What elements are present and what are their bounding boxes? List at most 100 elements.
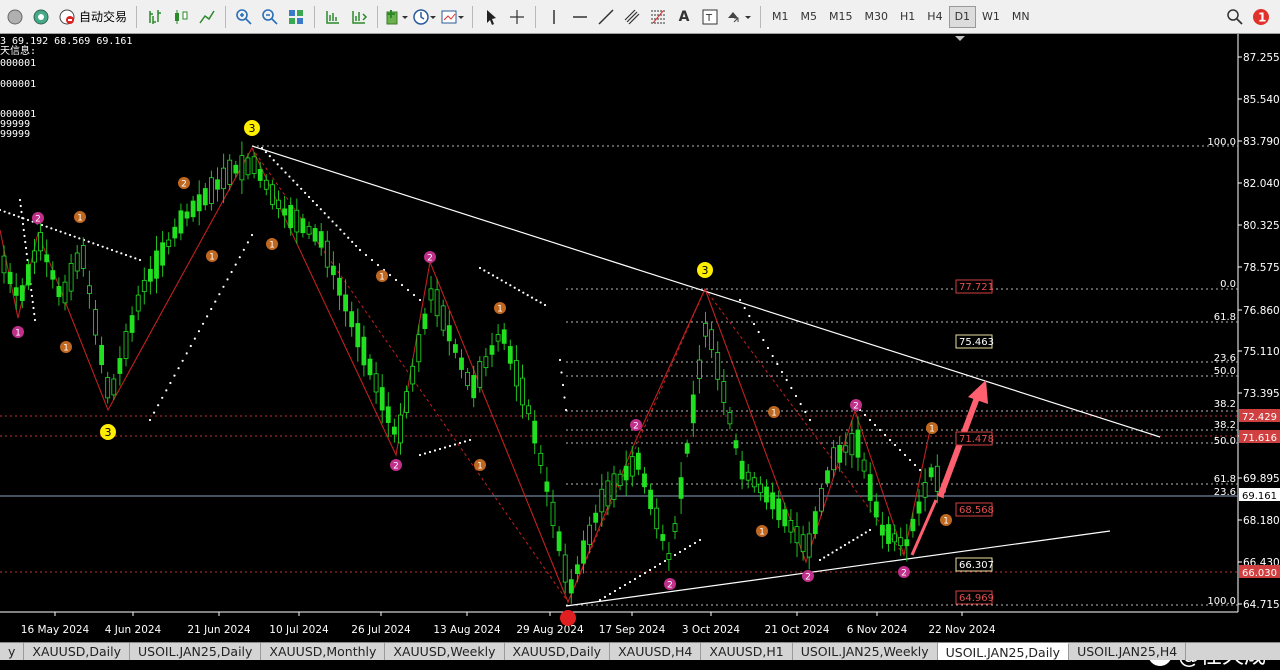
- sar-dot: [319, 208, 322, 211]
- price-marker-label: 66.030: [1242, 568, 1277, 579]
- zoom-in-icon[interactable]: [233, 4, 255, 30]
- timeframe-h4[interactable]: H4: [921, 6, 948, 28]
- text-icon[interactable]: A: [673, 4, 695, 30]
- wave-label: 1: [477, 462, 483, 472]
- wave-label: 2: [35, 215, 41, 225]
- candle-body: [428, 288, 434, 301]
- info-line: 000001: [0, 79, 37, 90]
- sar-dot: [539, 301, 542, 304]
- arrows-icon[interactable]: [725, 4, 753, 30]
- autoscroll-icon[interactable]: [348, 4, 370, 30]
- zoom-out-icon[interactable]: [259, 4, 281, 30]
- sar-dot: [59, 230, 62, 233]
- sar-dot: [206, 315, 209, 318]
- bar-chart-icon[interactable]: [144, 4, 166, 30]
- vertical-line-icon[interactable]: [543, 4, 565, 30]
- candle-body: [269, 184, 275, 205]
- chart-tab[interactable]: XAUUSD,H4: [610, 643, 702, 660]
- timeframe-m15[interactable]: M15: [823, 6, 859, 28]
- price-chart[interactable]: 87.255 85.540 83.790 82.040 80.325 78.575 76.8…: [0, 34, 1280, 642]
- chart-window[interactable]: 87.255 85.540 83.790 82.040 80.325 78.575 76.8…: [0, 34, 1280, 669]
- chart-tab[interactable]: USOIL.JAN25,Daily: [129, 643, 262, 660]
- separator: [225, 5, 227, 28]
- timeframe-mn[interactable]: MN: [1006, 6, 1036, 28]
- fib-label: 61.8: [1214, 312, 1236, 323]
- chart-tab[interactable]: XAUUSD,Weekly: [385, 643, 505, 660]
- channel-icon[interactable]: [621, 4, 643, 30]
- wave-label: 1: [771, 409, 777, 419]
- projection-arrow-shaft: [937, 393, 981, 499]
- candlestick-icon[interactable]: [170, 4, 192, 30]
- chart-tab[interactable]: USOIL.JAN25,H4: [1069, 643, 1187, 660]
- navigator-icon[interactable]: [30, 4, 52, 30]
- search-icon[interactable]: [1224, 4, 1246, 30]
- chart-tab[interactable]: y: [0, 643, 25, 660]
- cursor-icon[interactable]: [480, 4, 502, 30]
- candle-body: [636, 452, 641, 470]
- fib-label: 100.0: [1207, 137, 1236, 148]
- candle-body: [288, 204, 294, 229]
- candle-body: [544, 481, 550, 492]
- wave-label: 2: [427, 254, 433, 264]
- fibonacci-icon[interactable]: [647, 4, 669, 30]
- fib-label: 23.6: [1214, 487, 1236, 498]
- indicators-icon[interactable]: [385, 4, 409, 30]
- trendline-icon[interactable]: [595, 4, 617, 30]
- chart-tab-active[interactable]: USOIL.JAN25,Daily: [937, 643, 1070, 660]
- sar-dot: [292, 179, 295, 182]
- sar-dot: [30, 288, 33, 292]
- autotrade-button[interactable]: 自动交易: [54, 8, 131, 26]
- candle-body: [751, 477, 757, 488]
- candle-body: [318, 231, 324, 248]
- sar-dot: [110, 248, 114, 252]
- price-box-label: 66.307: [959, 560, 994, 571]
- periods-icon[interactable]: [413, 4, 437, 30]
- sar-dot: [92, 242, 95, 245]
- sar-dot: [234, 263, 237, 266]
- tile-windows-icon[interactable]: [285, 4, 307, 30]
- timeframe-m5[interactable]: M5: [795, 6, 824, 28]
- separator: [377, 5, 379, 28]
- wave-label: 2: [667, 581, 673, 591]
- price-tick-label: 83.790: [1243, 136, 1280, 148]
- line-chart-icon[interactable]: [196, 4, 218, 30]
- candle-body: [373, 373, 379, 393]
- sar-dot: [823, 556, 826, 559]
- sar-dot: [335, 224, 338, 227]
- sar-dot: [161, 396, 164, 399]
- current-price-label: 69.161: [1242, 491, 1277, 502]
- sar-dot: [33, 312, 36, 316]
- sar-dot: [463, 440, 467, 443]
- sar-dot: [134, 257, 137, 260]
- sar-dot: [24, 240, 27, 244]
- chart-tab[interactable]: XAUUSD,H1: [701, 643, 793, 660]
- chart-tab[interactable]: XAUUSD,Daily: [504, 643, 611, 660]
- candle-body: [312, 228, 318, 242]
- chart-shift-icon[interactable]: [322, 4, 344, 30]
- candle-body: [800, 534, 806, 553]
- candle-body: [556, 531, 562, 552]
- timeframe-m1[interactable]: M1: [766, 6, 795, 28]
- chart-tab[interactable]: XAUUSD,Monthly: [261, 643, 386, 660]
- wave-label: 2: [393, 462, 399, 472]
- sar-dot: [364, 253, 368, 257]
- templates-icon[interactable]: [441, 4, 465, 30]
- timeframe-m30[interactable]: M30: [859, 6, 895, 28]
- separator: [472, 5, 474, 28]
- sar-dot: [868, 528, 872, 532]
- new-chart-icon[interactable]: [4, 4, 26, 30]
- wave-label: 1: [269, 241, 275, 251]
- candle-body: [483, 356, 489, 369]
- crosshair-icon[interactable]: [506, 4, 528, 30]
- sar-dot: [30, 294, 34, 298]
- chart-tab[interactable]: USOIL.JAN25,Weekly: [792, 643, 938, 660]
- timeframe-h1[interactable]: H1: [894, 6, 921, 28]
- text-label-icon[interactable]: T: [699, 4, 721, 30]
- candle-body: [50, 270, 56, 280]
- timeframe-d1[interactable]: D1: [948, 5, 977, 28]
- horizontal-line-icon[interactable]: [569, 4, 591, 30]
- chart-tab[interactable]: XAUUSD,Daily: [24, 643, 130, 660]
- timeframe-w1[interactable]: W1: [976, 6, 1006, 28]
- sar-dot: [0, 208, 2, 212]
- notification-icon[interactable]: 1: [1250, 4, 1272, 30]
